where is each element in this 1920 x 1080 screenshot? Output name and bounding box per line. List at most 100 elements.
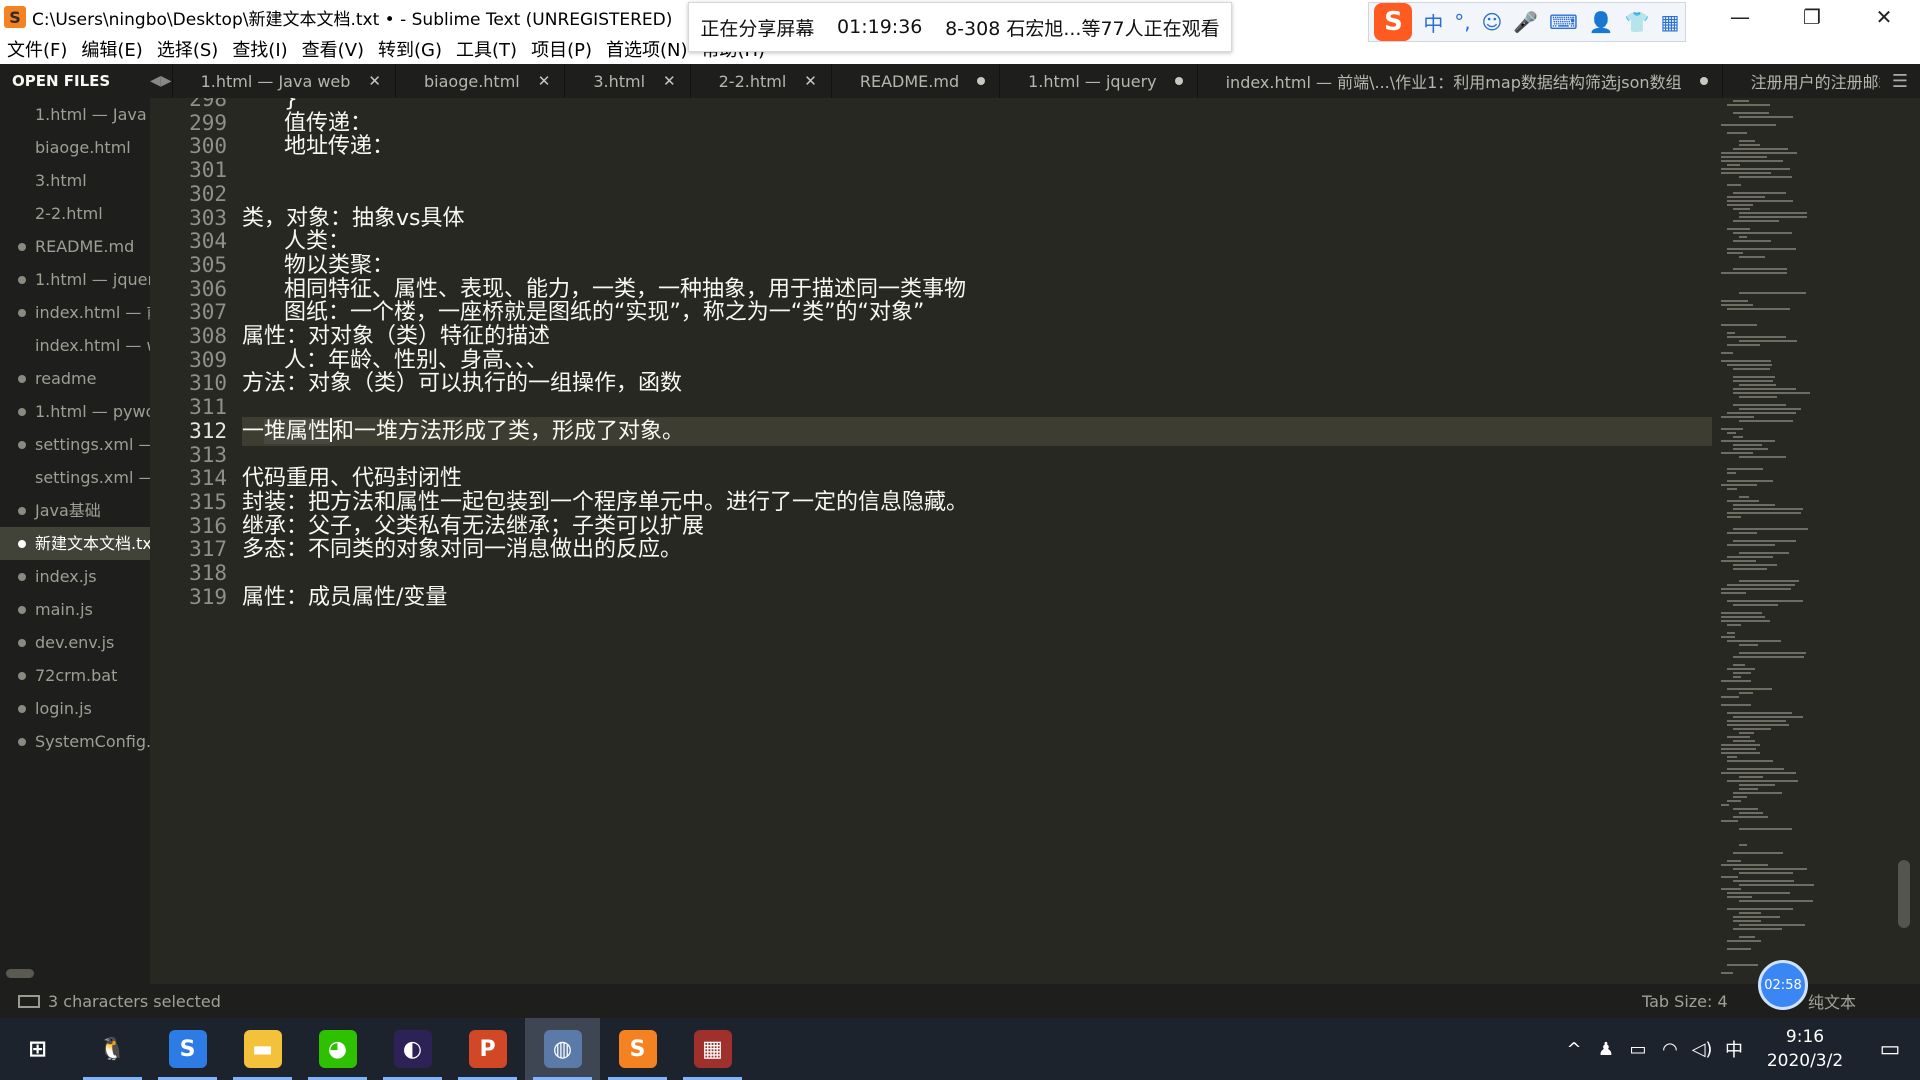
syntax-indicator[interactable]: 纯文本 (1808, 989, 1856, 1013)
sidebar-file-item[interactable]: main.js (0, 593, 150, 626)
notification-center-icon[interactable]: ▭ (1860, 1037, 1920, 1062)
ime-language-indicator[interactable]: 中 (1718, 1036, 1750, 1062)
tab-scroll-right-icon[interactable]: ▶ (161, 73, 172, 89)
minimap-line (1733, 504, 1775, 506)
taskbar-meeting-button[interactable]: ◍ (525, 1018, 600, 1080)
battery-icon[interactable]: ▭ (1622, 1039, 1654, 1060)
line-number: 307 (189, 300, 227, 325)
minimize-button[interactable]: — (1704, 0, 1776, 34)
tray-chevron-icon[interactable]: ^ (1558, 1039, 1590, 1060)
unsaved-dot-icon (18, 507, 26, 515)
minimap-line (1733, 232, 1792, 234)
sidebar-file-item[interactable]: 1.html — jquery (0, 263, 150, 296)
sogou-logo-icon[interactable]: S (1374, 3, 1413, 41)
sidebar-file-item[interactable]: index.html — web (0, 329, 150, 362)
taskbar-qq-button[interactable]: 🐧 (75, 1018, 150, 1080)
menu-file[interactable]: 文件(F) (0, 36, 74, 62)
sidebar-file-item[interactable]: 新建文本文档.txt (0, 527, 150, 560)
ime-toolbar[interactable]: S 中 °, ☺ 🎤 ⌨ 👤 👕 ▦ (1368, 2, 1686, 42)
toolbox-icon[interactable]: ▦ (1661, 10, 1680, 34)
taskbar-file-explorer-button[interactable]: ▬ (225, 1018, 300, 1080)
menu-find[interactable]: 查找(I) (225, 36, 294, 62)
menu-goto[interactable]: 转到(G) (371, 36, 449, 62)
volume-icon[interactable]: ◁) (1686, 1039, 1718, 1060)
close-button[interactable]: ✕ (1848, 0, 1920, 34)
sidebar-file-item[interactable]: login.js (0, 692, 150, 725)
sidebar-file-item[interactable]: SystemConfig.js (0, 725, 150, 758)
sidebar-file-item[interactable]: 1.html — Java web (0, 98, 150, 131)
menu-edit[interactable]: 编辑(E) (74, 36, 149, 62)
editor-tab[interactable]: index.html — 前端\...\作业1：利用map数据结构筛选json数… (1196, 64, 1722, 98)
editor-tab[interactable]: README.md (830, 64, 999, 98)
menu-project[interactable]: 项目(P) (524, 36, 599, 62)
clock[interactable]: 9:16 2020/3/2 (1750, 1025, 1860, 1073)
share-viewers[interactable]: 8-308 石宏旭...等77人正在观看 (945, 14, 1220, 41)
menu-tools[interactable]: 工具(T) (449, 36, 524, 62)
maximize-button[interactable]: ❐ (1776, 0, 1848, 34)
minimap[interactable] (1715, 98, 1890, 984)
screen-share-banner[interactable]: 正在分享屏幕 01:19:36 8-308 石宏旭...等77人正在观看 (688, 2, 1232, 52)
minimap-line (1721, 752, 1760, 754)
recording-timer-badge[interactable]: 02:58 (1758, 960, 1808, 1010)
sidebar-file-item[interactable]: dev.env.js (0, 626, 150, 659)
punctuation-icon[interactable]: °, (1454, 10, 1470, 34)
sidebar-file-item[interactable]: 3.html (0, 164, 150, 197)
editor-tab[interactable]: 1.html — Java web ✕ (171, 64, 395, 98)
tab-menu-icon[interactable]: ☰ (1880, 64, 1920, 98)
editor-tab[interactable]: biaoge.html ✕ (395, 64, 564, 98)
editor-tab[interactable]: 1.html — jquery (999, 64, 1197, 98)
microphone-icon[interactable]: 🎤 (1513, 10, 1538, 34)
user-icon[interactable]: 👤 (1589, 10, 1614, 34)
taskbar-eclipse-button[interactable]: ◐ (375, 1018, 450, 1080)
sidebar-file-item[interactable]: 2-2.html (0, 197, 150, 230)
minimap-line (1727, 468, 1763, 470)
text-area[interactable]: } 值传递： 地址传递： 类，对象：抽象vs具体 人类： 物以类聚： 相同特征、属… (242, 98, 1712, 984)
editor-tab[interactable]: 3.html ✕ (564, 64, 689, 98)
tab-close-icon[interactable]: ✕ (663, 72, 676, 90)
editor[interactable]: 298 299 300 301 302 303 304 305 306 307 308 309 310 3… (150, 98, 1715, 984)
sidebar-file-item[interactable]: index.js (0, 560, 150, 593)
sidebar-file-item[interactable]: biaoge.html (0, 131, 150, 164)
panel-toggle-icon[interactable] (18, 994, 40, 1008)
taskbar-wechat-button[interactable]: ◕ (300, 1018, 375, 1080)
tray-app-icon[interactable]: ♟ (1590, 1039, 1622, 1060)
minimap-line (1721, 616, 1765, 618)
taskbar-powerpoint-button[interactable]: P (450, 1018, 525, 1080)
sidebar-scrollbar[interactable] (6, 969, 34, 978)
tab-label: 1.html — jquery (1028, 71, 1157, 91)
sidebar-file-item[interactable]: settings.xml — (0, 428, 150, 461)
ime-mode-button[interactable]: 中 (1423, 8, 1443, 37)
sidebar-file-item[interactable]: 72crm.bat (0, 659, 150, 692)
taskbar-winrar-button[interactable]: ▦ (675, 1018, 750, 1080)
editor-tab[interactable]: 2-2.html ✕ (689, 64, 831, 98)
sidebar-file-item[interactable]: index.html — 前端 (0, 296, 150, 329)
taskbar-sublime-text-button[interactable]: S (600, 1018, 675, 1080)
sidebar-file-item[interactable]: Java基础 (0, 494, 150, 527)
tab-modified-dot-icon[interactable] (1699, 77, 1708, 85)
minimap-line (1727, 500, 1759, 502)
menu-preferences[interactable]: 首选项(N) (599, 36, 695, 62)
sidebar-file-item[interactable]: 1.html — pywork (0, 395, 150, 428)
tab-scroll-left-icon[interactable]: ◀ (150, 73, 161, 89)
tab-modified-dot-icon[interactable] (977, 77, 986, 85)
line-number-gutter: 298 299 300 301 302 303 304 305 306 307 308 309 310 3… (150, 98, 245, 984)
code-line[interactable]: 属性：成员属性/变量 (242, 583, 1712, 612)
sidebar-file-item[interactable]: README.md (0, 230, 150, 263)
tab-modified-dot-icon[interactable] (1174, 77, 1183, 85)
tab-close-icon[interactable]: ✕ (538, 72, 551, 90)
tab-size-indicator[interactable]: Tab Size: 4 (1642, 992, 1728, 1011)
menu-view[interactable]: 查看(V) (295, 36, 371, 62)
taskbar-start-button[interactable]: ⊞ (0, 1018, 75, 1080)
emoji-icon[interactable]: ☺ (1482, 10, 1503, 34)
wifi-icon[interactable]: ◠ (1654, 1039, 1686, 1060)
sidebar-file-item[interactable]: settings.xml — (0, 461, 150, 494)
sidebar-file-item[interactable]: readme (0, 362, 150, 395)
vertical-scrollbar[interactable] (1898, 860, 1910, 928)
menu-selection[interactable]: 选择(S) (150, 36, 225, 62)
skin-icon[interactable]: 👕 (1625, 10, 1650, 34)
tab-close-icon[interactable]: ✕ (368, 72, 381, 90)
taskbar-sogou-browser-button[interactable]: S (150, 1018, 225, 1080)
minimap-line (1721, 300, 1748, 302)
keyboard-icon[interactable]: ⌨ (1549, 10, 1578, 34)
tab-close-icon[interactable]: ✕ (804, 72, 817, 90)
